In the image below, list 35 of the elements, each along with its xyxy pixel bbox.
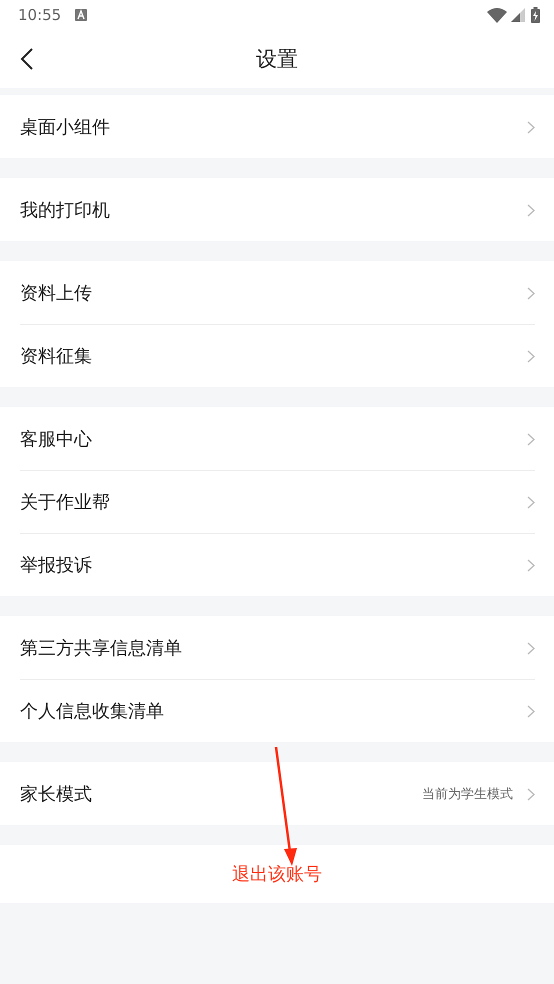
settings-row[interactable]: 关于作业帮 <box>20 470 535 533</box>
row-label: 资料征集 <box>20 345 93 368</box>
page-title: 设置 <box>256 46 298 73</box>
chevron-right-icon <box>527 204 535 216</box>
settings-row[interactable]: 第三方共享信息清单 <box>20 616 535 679</box>
settings-row[interactable]: 资料上传 <box>20 261 535 324</box>
chevron-right-icon <box>527 286 535 300</box>
wifi-icon <box>487 8 507 22</box>
settings-row[interactable]: 客服中心 <box>20 407 535 470</box>
settings-row[interactable]: 资料征集 <box>20 324 535 387</box>
chevron-right-icon <box>527 432 535 446</box>
row-label: 家长模式 <box>20 783 93 806</box>
notification-icon <box>75 9 88 21</box>
row-label: 我的打印机 <box>20 199 111 222</box>
chevron-right-icon <box>527 788 535 800</box>
settings-row[interactable]: 举报投诉 <box>20 533 535 596</box>
signal-icon <box>511 8 525 22</box>
row-label: 第三方共享信息清单 <box>20 637 183 660</box>
battery-icon <box>531 7 540 23</box>
row-label: 资料上传 <box>20 282 93 305</box>
settings-row[interactable]: 个人信息收集清单 <box>20 679 535 742</box>
chevron-right-icon <box>527 120 535 134</box>
row-label: 举报投诉 <box>20 554 93 577</box>
chevron-right-icon <box>527 704 535 718</box>
chevron-right-icon <box>527 496 535 508</box>
row-label: 桌面小组件 <box>20 116 111 139</box>
row-label: 个人信息收集清单 <box>20 700 165 723</box>
chevron-right-icon <box>527 642 535 654</box>
chevron-right-icon <box>527 350 535 362</box>
status-time: 10:55 <box>18 6 62 24</box>
row-label: 关于作业帮 <box>20 491 111 514</box>
row-value: 当前为学生模式 <box>422 786 513 803</box>
logout-button[interactable]: 退出该账号 <box>0 845 554 903</box>
chevron-right-icon <box>527 558 535 572</box>
row-label: 客服中心 <box>20 428 93 451</box>
